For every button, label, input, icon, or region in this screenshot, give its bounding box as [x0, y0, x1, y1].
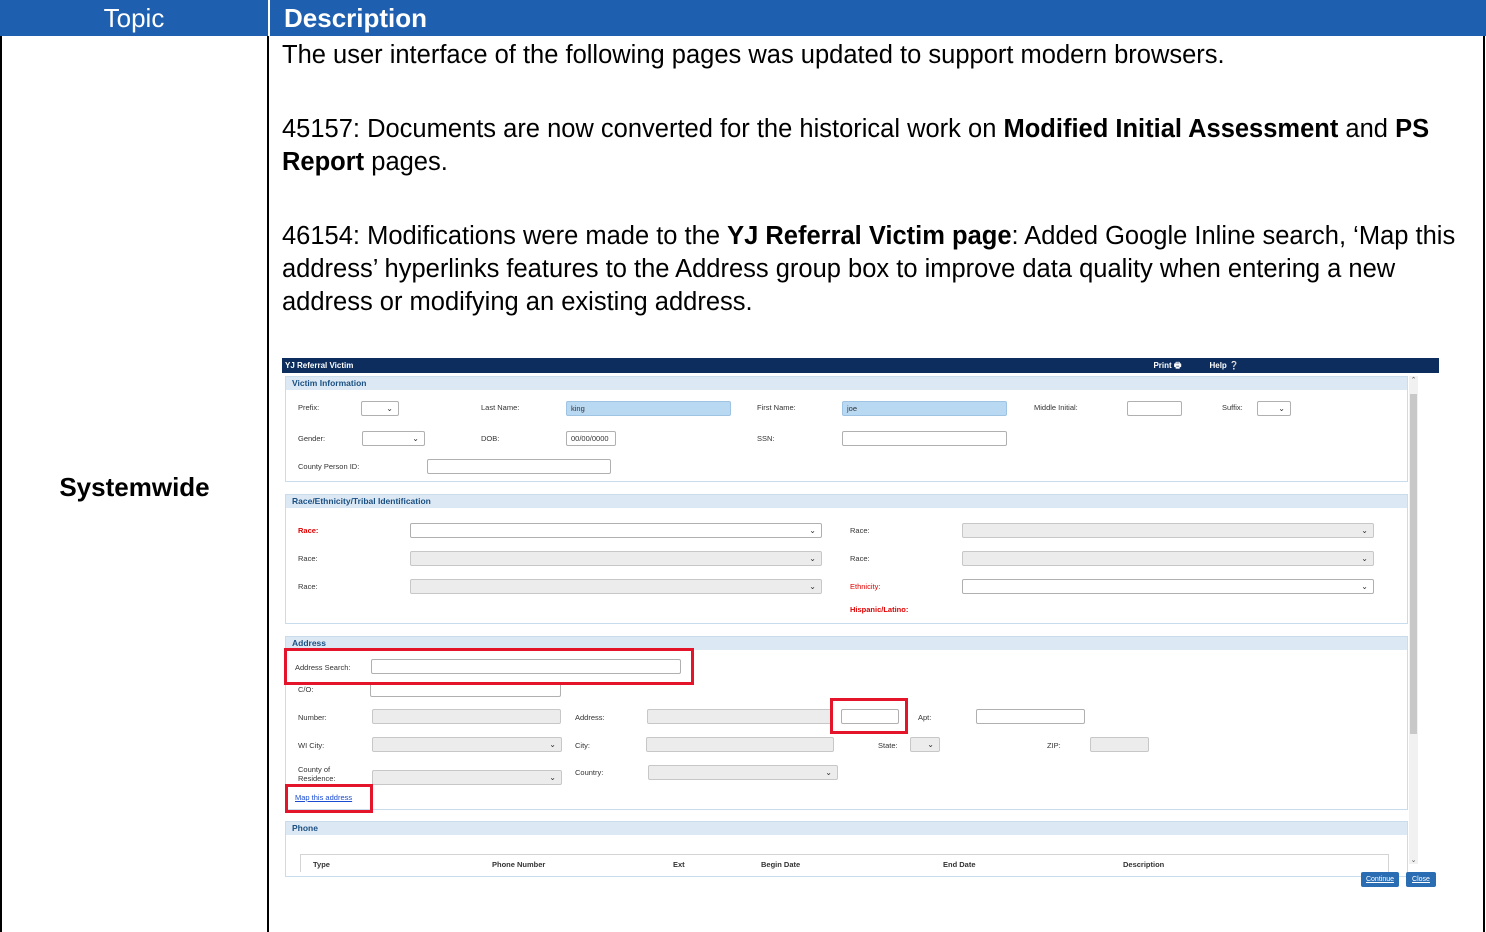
chevron-down-icon: ⌄ — [809, 582, 816, 591]
race-select-1[interactable]: ⌄ — [410, 523, 822, 538]
chevron-down-icon: ⌄ — [1278, 404, 1285, 413]
country-label: Country: — [575, 768, 604, 777]
suffix-label: Suffix: — [1222, 403, 1243, 412]
zip-label: ZIP: — [1047, 741, 1061, 750]
middle-initial-input[interactable] — [1127, 401, 1182, 416]
address-input[interactable] — [647, 709, 833, 724]
chevron-down-icon: ⌄ — [549, 773, 556, 782]
phone-header: Phone — [286, 822, 1407, 835]
gender-label: Gender: — [298, 434, 326, 443]
chevron-down-icon: ⌄ — [809, 554, 816, 563]
race-ethnicity-group: Race/Ethnicity/Tribal Identification Rac… — [285, 494, 1408, 624]
country-select[interactable]: ⌄ — [648, 765, 838, 780]
city-label: City: — [575, 741, 590, 750]
suffix-select[interactable]: ⌄ — [1257, 401, 1291, 416]
last-name-input[interactable]: king — [566, 401, 731, 416]
chevron-down-icon: ⌄ — [549, 740, 556, 749]
header-topic: Topic — [0, 0, 268, 36]
window-title: YJ Referral Victim — [285, 361, 354, 370]
description-paragraph-2: 45157: Documents are now converted for t… — [282, 115, 1430, 176]
race-select-4[interactable]: ⌄ — [962, 551, 1374, 566]
race-label-2: Race: — [850, 526, 870, 535]
close-button[interactable]: Close — [1406, 872, 1436, 887]
state-select[interactable]: ⌄ — [910, 737, 940, 752]
phone-column-type: Type — [313, 860, 330, 869]
phone-column-begin-date: Begin Date — [761, 860, 801, 869]
scroll-down-icon[interactable]: ⌄ — [1409, 856, 1418, 864]
phone-column-description: Description — [1123, 860, 1165, 869]
prefix-select[interactable]: ⌄ — [361, 401, 399, 416]
description-paragraph-1: The user interface of the following page… — [282, 41, 1225, 69]
scroll-up-icon[interactable]: ⌃ — [1409, 376, 1418, 384]
chevron-down-icon: ⌄ — [927, 740, 934, 749]
address-label: Address: — [575, 713, 605, 722]
gender-select[interactable]: ⌄ — [362, 431, 425, 446]
help-link[interactable]: Help ❔ — [1195, 361, 1239, 370]
phone-table — [300, 854, 1389, 872]
dob-label: DOB: — [481, 434, 500, 443]
chevron-down-icon: ⌄ — [386, 404, 393, 413]
race-label-3: Race: — [298, 554, 318, 563]
race-select-3[interactable]: ⌄ — [410, 551, 822, 566]
chevron-down-icon: ⌄ — [412, 434, 419, 443]
middle-initial-label: Middle Initial: — [1034, 403, 1078, 412]
highlight-map-link — [285, 784, 373, 813]
description-paragraph-3: 46154: Modifications were made to the YJ… — [282, 222, 1456, 316]
continue-button[interactable]: Continue — [1361, 872, 1399, 887]
table-border-right — [1483, 36, 1485, 932]
chevron-down-icon: ⌄ — [1361, 526, 1368, 535]
hispanic-latino-label: Hispanic/Latino: — [850, 605, 909, 614]
county-of-residence-label: County of Residence: — [298, 765, 336, 783]
zip-input[interactable] — [1090, 737, 1149, 752]
race-label-4: Race: — [850, 554, 870, 563]
scrollbar-thumb[interactable] — [1410, 394, 1417, 734]
apt-input[interactable] — [976, 709, 1085, 724]
table-border-middle — [267, 36, 269, 932]
highlight-address-search — [284, 648, 694, 685]
wi-city-select[interactable]: ⌄ — [372, 737, 562, 752]
header-description: Description — [268, 0, 1486, 36]
victim-information-group: Victim Information Prefix: ⌄ Last Name: … — [285, 376, 1408, 482]
chevron-down-icon: ⌄ — [825, 768, 832, 777]
state-label: State: — [878, 741, 898, 750]
vertical-scrollbar[interactable]: ⌃ ⌄ — [1409, 376, 1418, 864]
number-label: Number: — [298, 713, 327, 722]
race-label-required: Race: — [298, 526, 319, 535]
phone-column-number: Phone Number — [492, 860, 546, 869]
county-person-id-input[interactable] — [427, 459, 611, 474]
print-link[interactable]: Print 🖶 — [1139, 361, 1181, 370]
city-input[interactable] — [646, 737, 834, 752]
first-name-input[interactable]: joe — [842, 401, 1007, 416]
race-select-5[interactable]: ⌄ — [410, 579, 822, 594]
apt-label: Apt: — [918, 713, 932, 722]
race-select-2[interactable]: ⌄ — [962, 523, 1374, 538]
phone-column-ext: Ext — [673, 860, 685, 869]
chevron-down-icon: ⌄ — [1361, 554, 1368, 563]
co-label: C/O: — [298, 685, 314, 694]
highlight-address-field — [830, 698, 908, 734]
ethnicity-label: Ethnicity: — [850, 582, 881, 591]
ssn-label: SSN: — [757, 434, 775, 443]
window-title-bar: YJ Referral Victim Print 🖶 Help ❔ — [282, 358, 1439, 373]
victim-information-header: Victim Information — [286, 377, 1407, 390]
embedded-screenshot: YJ Referral Victim Print 🖶 Help ❔ Victim … — [282, 358, 1439, 932]
chevron-down-icon: ⌄ — [1361, 582, 1368, 591]
county-person-id-label: County Person ID: — [298, 462, 360, 471]
first-name-label: First Name: — [757, 403, 796, 412]
topic-cell: Systemwide — [59, 472, 210, 502]
last-name-label: Last Name: — [481, 403, 520, 412]
ssn-input[interactable] — [842, 431, 1007, 446]
race-label-5: Race: — [298, 582, 318, 591]
ethnicity-select[interactable]: ⌄ — [962, 579, 1374, 594]
prefix-label: Prefix: — [298, 403, 320, 412]
race-ethnicity-header: Race/Ethnicity/Tribal Identification — [286, 495, 1407, 508]
number-input[interactable] — [372, 709, 561, 724]
wi-city-label: WI City: — [298, 741, 325, 750]
chevron-down-icon: ⌄ — [809, 526, 816, 535]
dob-input[interactable]: 00/00/0000 — [566, 431, 616, 446]
county-of-residence-select[interactable]: ⌄ — [372, 770, 562, 785]
phone-column-end-date: End Date — [943, 860, 976, 869]
